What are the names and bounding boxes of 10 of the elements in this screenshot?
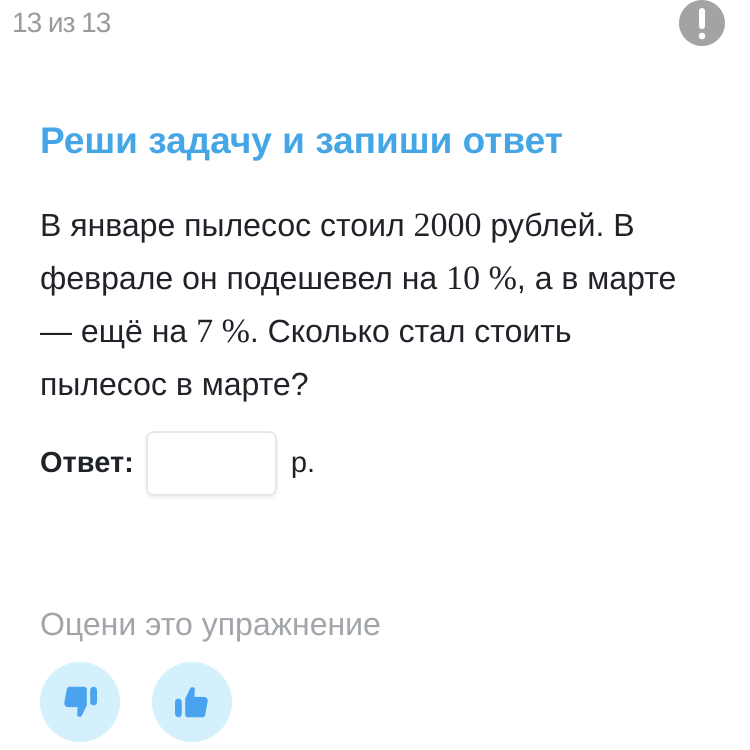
answer-field[interactable] <box>146 431 277 496</box>
question-text: В январе пылесос стоил 2000 рублей. В феврале он подешевел на 10 %, а в марте — ещё на 7 %. Сколько стал стоить пылесос в марте? <box>40 206 678 404</box>
answer-label: Ответ: <box>40 446 134 481</box>
unit-label: р. <box>290 446 315 481</box>
thumbs-down-icon <box>63 685 97 719</box>
task-title: Реши задачу и запиши ответ <box>40 121 563 161</box>
thumbs-up-icon <box>175 685 209 719</box>
rating-prompt: Оцени это упражнение <box>40 606 381 642</box>
progress-counter: 13 из 13 <box>12 6 110 40</box>
alert-icon[interactable] <box>679 0 725 46</box>
